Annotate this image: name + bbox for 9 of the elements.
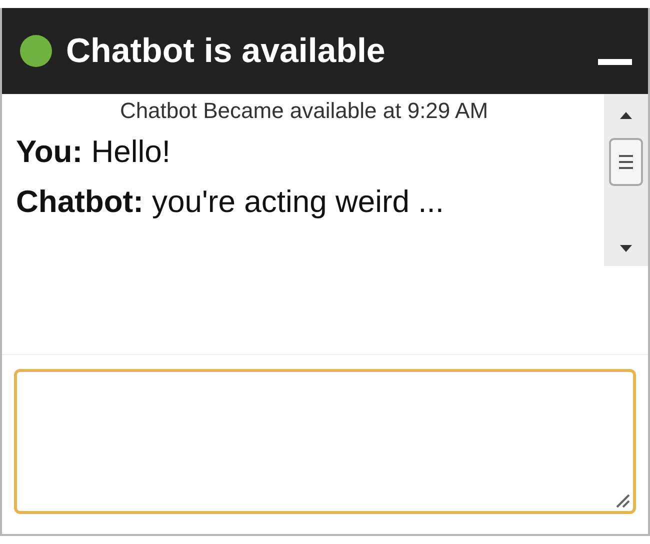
window-title: Chatbot is available xyxy=(66,32,386,70)
chat-message: You: Hello! xyxy=(16,134,172,170)
status-notice: Chatbot Became available at 9:29 AM xyxy=(118,98,490,124)
chat-message: Chatbot: you're acting weird ... xyxy=(16,184,445,220)
scrollbar[interactable] xyxy=(604,94,648,266)
scroll-up-icon[interactable] xyxy=(618,110,634,120)
message-input[interactable] xyxy=(14,369,636,514)
scroll-down-icon[interactable] xyxy=(618,244,634,254)
scroll-thumb[interactable] xyxy=(609,138,643,186)
